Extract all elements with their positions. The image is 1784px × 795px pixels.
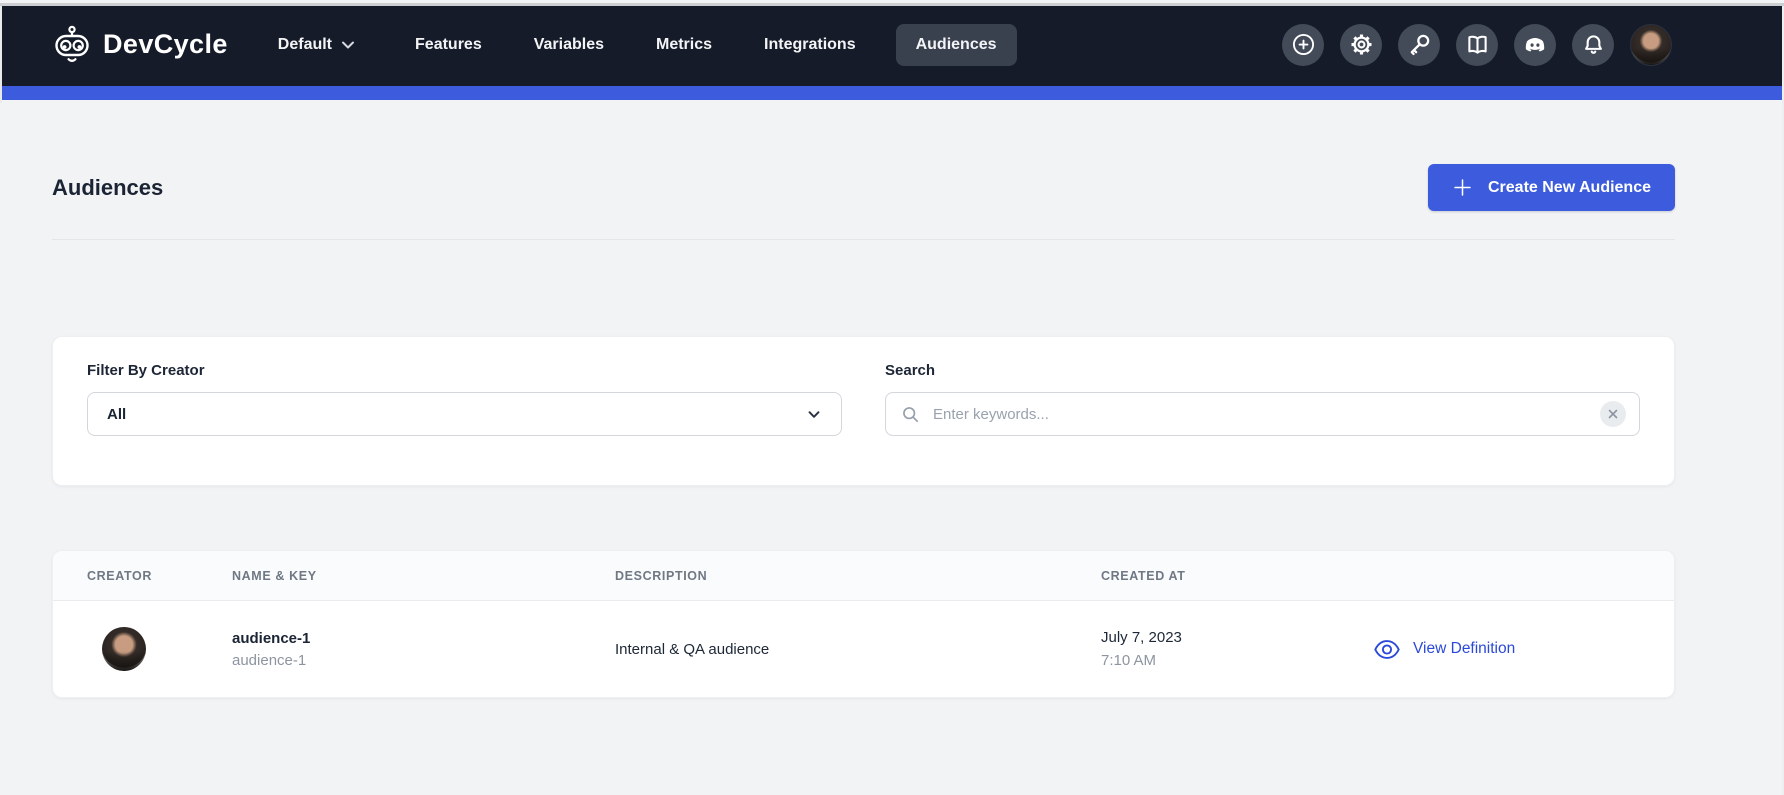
user-avatar[interactable] <box>1630 24 1672 66</box>
api-keys-button[interactable] <box>1398 24 1440 66</box>
audience-description: Internal & QA audience <box>615 641 1101 658</box>
window-top-edge <box>0 3 1784 6</box>
create-new-audience-button[interactable]: Create New Audience <box>1428 164 1675 211</box>
column-header-created-at: CREATED AT <box>1101 569 1374 583</box>
creator-filter-group: Filter By Creator All <box>87 362 842 485</box>
create-button-label: Create New Audience <box>1488 179 1651 197</box>
project-dropdown-value: Default <box>278 36 332 54</box>
audience-key: audience-1 <box>232 652 615 669</box>
column-header-name-key: NAME & KEY <box>232 569 615 583</box>
creator-filter-select[interactable]: All <box>87 392 842 436</box>
view-definition-link[interactable]: View Definition <box>1374 639 1674 660</box>
navbar-actions <box>1282 24 1672 66</box>
add-circle-button[interactable] <box>1282 24 1324 66</box>
chevron-down-icon <box>341 39 355 51</box>
creator-avatar <box>102 627 146 671</box>
search-group: Search <box>885 362 1640 485</box>
main-content: Audiences Create New Audience Filter By … <box>52 164 1675 698</box>
window-left-edge <box>0 6 2 103</box>
column-header-creator: CREATOR <box>87 569 232 583</box>
docs-book-icon <box>1465 32 1490 57</box>
close-icon <box>1608 409 1618 419</box>
creator-filter-value: All <box>107 406 126 423</box>
search-field <box>885 392 1640 436</box>
created-time: 7:10 AM <box>1101 652 1374 669</box>
eye-icon <box>1374 639 1400 660</box>
notifications-button[interactable] <box>1572 24 1614 66</box>
notifications-bell-icon <box>1581 32 1606 57</box>
audiences-table: CREATOR NAME & KEY DESCRIPTION CREATED A… <box>52 550 1675 698</box>
table-header-row: CREATOR NAME & KEY DESCRIPTION CREATED A… <box>53 551 1674 601</box>
creator-filter-label: Filter By Creator <box>87 362 842 379</box>
name-key-cell: audience-1 audience-1 <box>232 630 615 669</box>
description-cell: Internal & QA audience <box>615 641 1101 658</box>
add-circle-icon <box>1291 32 1316 57</box>
devcycle-robot-logo-icon <box>52 23 92 67</box>
search-icon <box>900 404 921 425</box>
nav-item-features[interactable]: Features <box>415 36 482 54</box>
actions-cell: View Definition <box>1374 639 1674 660</box>
creator-cell <box>87 627 232 671</box>
search-input[interactable] <box>933 406 1588 423</box>
top-navbar: DevCycle Default Features Variables Metr… <box>0 3 1784 86</box>
discord-icon <box>1522 32 1548 58</box>
column-header-description: DESCRIPTION <box>615 569 1101 583</box>
nav-item-audiences[interactable]: Audiences <box>896 24 1017 66</box>
nav-item-integrations[interactable]: Integrations <box>764 36 856 54</box>
nav-item-variables[interactable]: Variables <box>534 36 604 54</box>
created-at-cell: July 7, 2023 7:10 AM <box>1101 629 1374 669</box>
discord-button[interactable] <box>1514 24 1556 66</box>
page-title: Audiences <box>52 175 163 201</box>
filter-panel: Filter By Creator All Search <box>52 336 1675 486</box>
project-dropdown[interactable]: Default <box>278 36 355 54</box>
audience-name: audience-1 <box>232 630 615 647</box>
chevron-down-icon <box>806 407 822 422</box>
devcycle-brand[interactable]: DevCycle <box>52 23 228 67</box>
table-row: audience-1 audience-1 Internal & QA audi… <box>53 601 1674 697</box>
documentation-button[interactable] <box>1456 24 1498 66</box>
nav-item-metrics[interactable]: Metrics <box>656 36 712 54</box>
clear-search-button[interactable] <box>1600 401 1626 427</box>
search-label: Search <box>885 362 1640 379</box>
page-header: Audiences Create New Audience <box>52 164 1675 211</box>
settings-button[interactable] <box>1340 24 1382 66</box>
accent-bar <box>0 86 1784 100</box>
primary-nav: Features Variables Metrics Integrations … <box>415 24 1005 66</box>
api-key-icon <box>1407 32 1432 57</box>
header-divider <box>52 239 1675 240</box>
brand-name: DevCycle <box>103 29 228 60</box>
view-definition-label: View Definition <box>1413 640 1515 658</box>
plus-icon <box>1452 177 1473 198</box>
settings-gear-icon <box>1349 32 1374 57</box>
created-date: July 7, 2023 <box>1101 629 1374 646</box>
